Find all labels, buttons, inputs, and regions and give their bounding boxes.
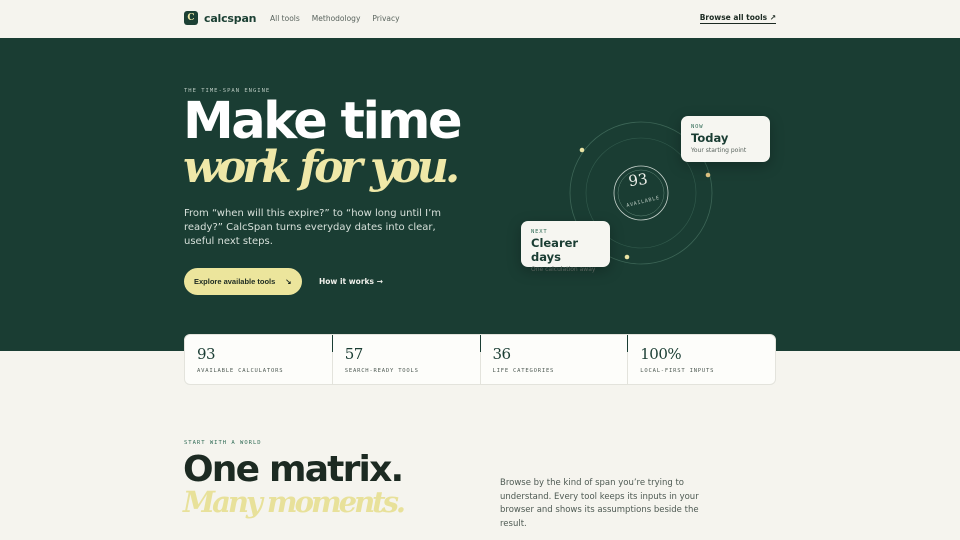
section-eyebrow: START WITH A WORLD [184, 440, 262, 446]
card-next-title: Clearer days [531, 236, 579, 264]
nav-link-methodology[interactable]: Methodology [312, 14, 361, 23]
stat-value: 100% [640, 345, 682, 363]
stat-item: 57 SEARCH-READY TOOLS [331, 335, 480, 384]
browse-all-tools-link[interactable]: Browse all tools ↗ [699, 13, 776, 24]
card-now-kicker: NOW [691, 124, 704, 130]
logo-link[interactable]: C calcspan [184, 11, 257, 25]
nav-link-privacy[interactable]: Privacy [372, 14, 399, 23]
section-title-accent: Many moments. [183, 485, 406, 519]
card-now-subtitle: Your starting point [691, 147, 747, 154]
hero-title-accent: work for you. [183, 142, 460, 193]
logo-mark-icon: C [184, 11, 198, 25]
stat-item: 93 AVAILABLE CALCULATORS [185, 335, 332, 384]
stat-label: LOCAL-FIRST INPUTS [640, 368, 715, 374]
brand-name: calcspan [204, 11, 257, 25]
stat-value: 57 [344, 345, 364, 363]
arrow-down-right-icon: ↘ [285, 277, 292, 286]
hero-section: THE TIME-SPAN ENGINE Make time work for … [0, 38, 960, 351]
explore-tools-label: Explore available tools [194, 277, 276, 286]
how-it-works-link[interactable]: How it works → [319, 277, 383, 286]
card-next-kicker: NEXT [531, 229, 548, 235]
card-next-subtitle: One calculation away [531, 266, 596, 273]
explore-tools-button[interactable]: Explore available tools ↘ [184, 268, 302, 295]
stat-value: 36 [492, 345, 512, 363]
card-now-title: Today [691, 131, 729, 145]
section-description: Browse by the kind of span you’re trying… [500, 478, 699, 529]
stat-label: AVAILABLE CALCULATORS [197, 368, 284, 374]
stat-value: 93 [197, 345, 216, 363]
top-navigation: C calcspan All tools Methodology Privacy… [0, 0, 960, 38]
stat-item: 36 LIFE CATEGORIES [479, 335, 628, 384]
stat-label: LIFE CATEGORIES [492, 368, 555, 374]
card-now: NOW Today Your starting point [681, 116, 770, 162]
orbit-dot-bottom [624, 254, 630, 260]
stat-label: SEARCH-READY TOOLS [344, 368, 419, 374]
stat-item: 100% LOCAL-FIRST INPUTS [627, 335, 775, 384]
nav-link-all-tools[interactable]: All tools [270, 14, 300, 23]
stats-bar: 93 AVAILABLE CALCULATORS 57 SEARCH-READY… [184, 334, 776, 385]
card-next: NEXT Clearer days One calculation away [521, 221, 610, 273]
main-nav: All tools Methodology Privacy [270, 14, 400, 23]
orbit-dot-right [705, 172, 711, 178]
section-title: One matrix. [183, 449, 404, 490]
orbit-dot-left [579, 147, 585, 153]
hero-title: Make time [183, 92, 463, 151]
hero-description: From “when will this expire?” to “how lo… [184, 208, 441, 247]
